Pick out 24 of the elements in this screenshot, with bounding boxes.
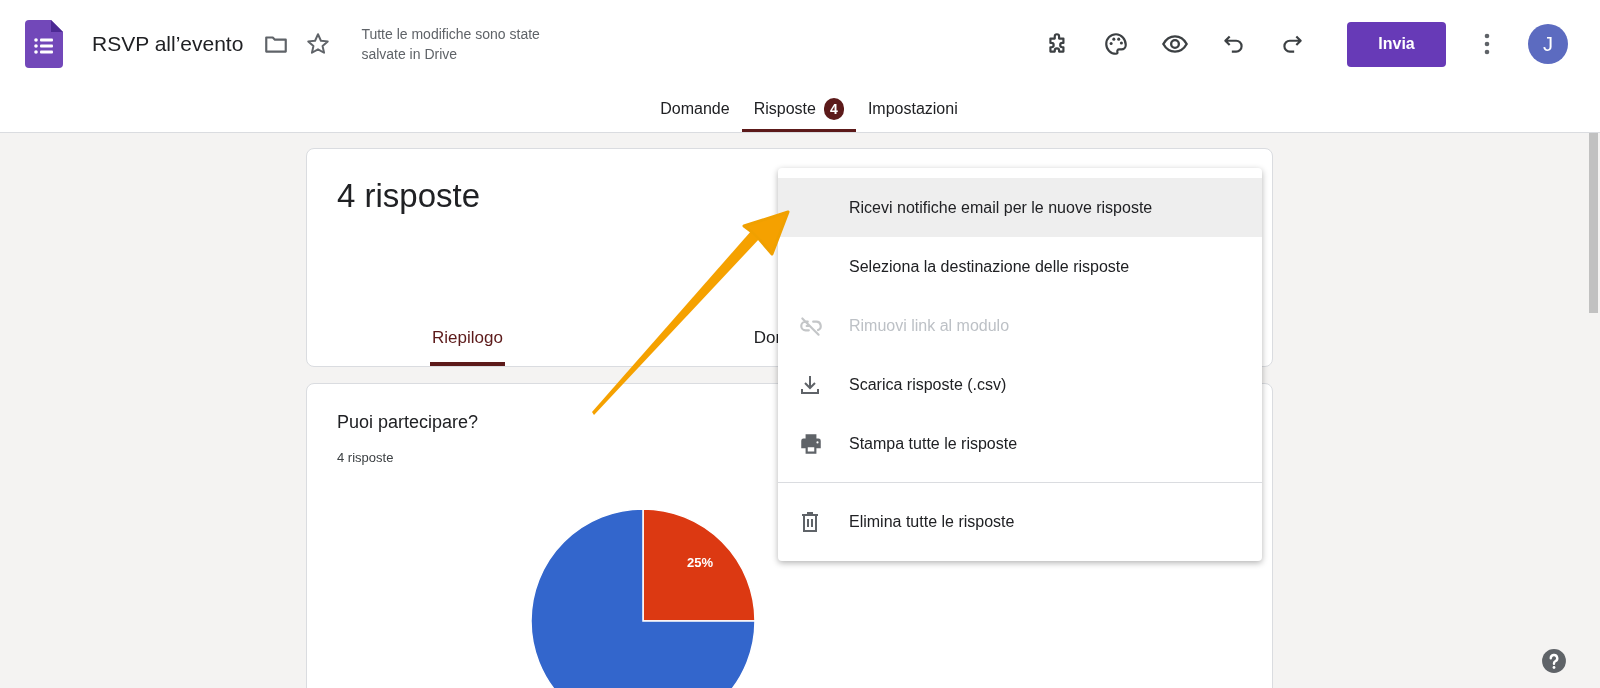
tab[interactable]: Impostazioni [855, 88, 970, 132]
more-icon[interactable] [1484, 33, 1490, 55]
menu-item[interactable]: Seleziona la destinazione delle risposte [778, 237, 1262, 296]
scrollbar[interactable] [1589, 133, 1598, 313]
forms-logo-icon[interactable] [25, 20, 63, 68]
tab[interactable]: Domande [648, 88, 742, 132]
menu-item[interactable]: Elimina tutte le risposte [778, 492, 1262, 551]
form-title[interactable]: RSVP all’evento [92, 32, 244, 56]
question-title: Puoi partecipare? [337, 412, 480, 433]
palette-icon[interactable] [1103, 31, 1129, 57]
save-status: Tutte le modifiche sono state salvate in Drive [361, 25, 541, 64]
view-tab[interactable]: Riepilogo [430, 328, 505, 366]
send-button[interactable]: Invia [1347, 21, 1446, 67]
response-count: 4 risposte [337, 450, 395, 465]
avatar[interactable]: J [1528, 24, 1568, 64]
menu-item[interactable]: Scarica risposte (.csv) [778, 355, 1262, 414]
count-badge: 4 [823, 97, 844, 120]
menu-item[interactable]: Ricevi notifiche email per le nuove risposte [778, 178, 1262, 237]
menu-item[interactable]: Stampa tutte le risposte [778, 414, 1262, 473]
response-count: 4 risposte [337, 177, 481, 215]
tab[interactable]: Risposte 4 [741, 88, 856, 132]
star-icon[interactable] [305, 31, 332, 57]
help-icon[interactable] [1541, 648, 1567, 674]
slice-label: 25% [687, 555, 714, 571]
